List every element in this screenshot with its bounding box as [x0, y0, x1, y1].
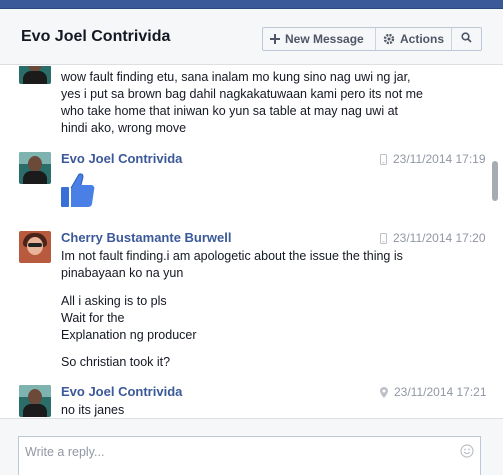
- sender-name[interactable]: Evo Joel Contrivida: [61, 384, 182, 399]
- avatar[interactable]: [19, 152, 51, 184]
- gear-icon: [383, 33, 395, 45]
- message-text: Im not fault finding.i am apologetic abo…: [61, 249, 403, 369]
- mobile-icon: [380, 153, 387, 165]
- location-pin-icon: [380, 386, 388, 398]
- actions-label: Actions: [400, 32, 445, 46]
- conversation-header: Evo Joel Contrivida New Message Actions: [0, 9, 503, 65]
- header-button-group: New Message Actions: [262, 27, 482, 51]
- reply-composer: [0, 418, 503, 475]
- message-text: no its janes: [61, 403, 125, 417]
- plus-icon: [270, 34, 280, 44]
- new-message-label: New Message: [285, 32, 364, 46]
- new-message-button[interactable]: New Message: [263, 28, 376, 50]
- avatar[interactable]: [19, 385, 51, 417]
- message-timestamp: 23/11/2014 17:19: [380, 152, 486, 166]
- sender-name[interactable]: Cherry Bustamante Burwell: [61, 230, 232, 245]
- sender-name[interactable]: Evo Joel Contrivida: [61, 151, 182, 166]
- search-button[interactable]: [452, 28, 481, 50]
- search-icon: [461, 32, 472, 46]
- actions-button[interactable]: Actions: [376, 28, 452, 50]
- thread-scrollbar[interactable]: [492, 161, 498, 201]
- reply-input[interactable]: [19, 437, 459, 467]
- message-text: wow fault finding etu, sana inalam mo ku…: [61, 70, 424, 135]
- message-timestamp: 23/11/2014 17:21: [380, 385, 487, 399]
- avatar[interactable]: [19, 66, 51, 84]
- top-nav-bar: [0, 0, 503, 9]
- thumbs-up-sticker: [61, 172, 95, 211]
- message-timestamp: 23/11/2014 17:20: [380, 231, 486, 245]
- mobile-icon: [380, 232, 387, 244]
- reply-box: [18, 436, 481, 475]
- message-thread[interactable]: wow fault finding etu, sana inalam mo ku…: [0, 66, 503, 418]
- conversation-title: Evo Joel Contrivida: [21, 28, 171, 45]
- avatar[interactable]: [19, 231, 51, 263]
- emoji-icon[interactable]: [460, 444, 474, 461]
